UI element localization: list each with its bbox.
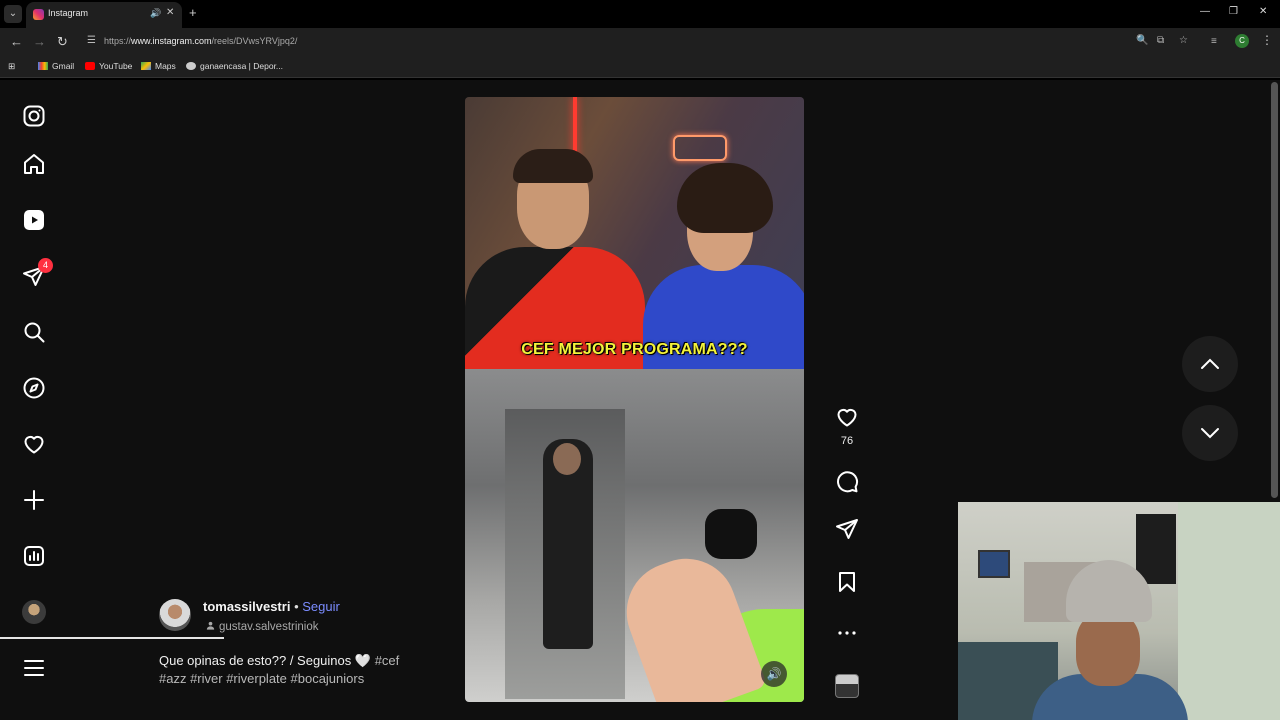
- messages-icon[interactable]: 4: [22, 258, 53, 292]
- chevron-down-icon: [1201, 428, 1219, 439]
- audio-playing-icon[interactable]: 🔊: [150, 8, 161, 19]
- share-icon[interactable]: [835, 517, 859, 541]
- explore-compass-icon[interactable]: [22, 376, 50, 404]
- apps-grid-icon[interactable]: ⊞: [8, 61, 15, 72]
- chevron-up-icon: [1201, 358, 1219, 369]
- browser-toolbar: ← → ↻ ☰ https://www.instagram.com/reels/…: [0, 28, 1280, 56]
- video-bottom-frame: [465, 369, 804, 702]
- video-overlay-text: CEF MEJOR PROGRAMA???: [521, 341, 748, 358]
- author-username[interactable]: tomassilvestri: [203, 599, 290, 614]
- profile-avatar[interactable]: C: [1235, 34, 1249, 48]
- bookmark-maps[interactable]: Maps: [141, 61, 176, 71]
- author-avatar[interactable]: [159, 599, 191, 631]
- reload-icon[interactable]: ↻: [57, 34, 68, 50]
- notifications-heart-icon[interactable]: [22, 432, 50, 460]
- bookmarks-bar: ⊞ Gmail YouTube Maps ganaencasa | Depor.…: [0, 56, 1280, 78]
- reel-video[interactable]: CEF MEJOR PROGRAMA??? 🔊: [465, 97, 804, 702]
- close-tab-icon[interactable]: ✕: [166, 7, 174, 18]
- video-top-frame: CEF MEJOR PROGRAMA???: [465, 97, 804, 377]
- more-menu-icon[interactable]: [22, 656, 50, 684]
- media-controls-icon[interactable]: ≡: [1211, 36, 1217, 47]
- tab-title: Instagram: [48, 8, 89, 18]
- follow-button[interactable]: Seguir: [302, 599, 340, 614]
- dashboard-chart-icon[interactable]: [22, 544, 50, 572]
- separator-dot: •: [294, 599, 299, 614]
- more-options-icon[interactable]: [835, 621, 859, 645]
- bookmark-star-icon[interactable]: ☆: [1179, 35, 1188, 46]
- collaborator-username: gustav.salvestriniok: [219, 621, 319, 633]
- volume-icon[interactable]: 🔊: [761, 661, 787, 687]
- tab-strip: ⌄ Instagram 🔊 ✕ + — ❐ ✕: [0, 0, 1280, 28]
- caption-text: Que opinas de esto?? / Seguinos 🤍: [159, 653, 372, 668]
- collaborator-line[interactable]: gustav.salvestriniok: [205, 620, 319, 633]
- bookmark-gmail[interactable]: Gmail: [38, 61, 74, 71]
- close-window-icon[interactable]: ✕: [1259, 6, 1267, 17]
- search-icon[interactable]: [22, 320, 50, 348]
- sidebar-nav: 4: [0, 80, 72, 720]
- minimize-icon[interactable]: —: [1200, 6, 1210, 17]
- back-icon[interactable]: ←: [10, 34, 23, 50]
- like-heart-icon[interactable]: [835, 405, 859, 429]
- next-reel-button[interactable]: [1182, 405, 1238, 461]
- bookmark-youtube[interactable]: YouTube: [85, 61, 132, 71]
- zoom-icon[interactable]: 🔍: [1136, 35, 1148, 46]
- instagram-logo-icon[interactable]: [22, 104, 50, 132]
- tab-search-button[interactable]: ⌄: [4, 5, 22, 23]
- reels-icon[interactable]: [22, 208, 50, 236]
- address-bar[interactable]: ☰ https://www.instagram.com/reels/DVwsYR…: [82, 32, 1202, 52]
- instagram-favicon-icon: [33, 9, 44, 20]
- comment-icon[interactable]: [835, 470, 859, 494]
- author-line: tomassilvestri • Seguir: [203, 599, 340, 614]
- webcam-overlay: [958, 502, 1280, 720]
- messages-badge: 4: [38, 258, 53, 273]
- browser-tab[interactable]: Instagram 🔊 ✕: [26, 2, 182, 28]
- browser-menu-icon[interactable]: ⋮: [1261, 33, 1273, 47]
- bookmark-ganaencasa[interactable]: ganaencasa | Depor...: [186, 61, 283, 71]
- url-text[interactable]: https://www.instagram.com/reels/DVwsYRVj…: [104, 36, 297, 46]
- reel-caption: Que opinas de esto?? / Seguinos 🤍 #cef #…: [159, 652, 449, 688]
- forward-icon[interactable]: →: [33, 34, 46, 50]
- progress-line: [0, 637, 224, 639]
- install-app-icon[interactable]: ⧉: [1157, 35, 1164, 46]
- create-plus-icon[interactable]: [22, 488, 50, 516]
- site-info-icon[interactable]: ☰: [87, 35, 96, 46]
- profile-avatar-icon[interactable]: [22, 600, 50, 628]
- new-tab-button[interactable]: +: [189, 6, 197, 20]
- caption-hashtags[interactable]: #azz #river #riverplate #bocajuniors: [159, 671, 364, 686]
- save-bookmark-icon[interactable]: [835, 570, 859, 594]
- home-icon[interactable]: [22, 152, 50, 180]
- audio-thumbnail[interactable]: [835, 674, 859, 698]
- restore-icon[interactable]: ❐: [1229, 6, 1238, 17]
- page-scrollbar[interactable]: [1271, 82, 1278, 498]
- previous-reel-button[interactable]: [1182, 336, 1238, 392]
- like-count: 76: [840, 435, 854, 447]
- caption-hashtag-cef[interactable]: #cef: [375, 653, 400, 668]
- collaborator-person-icon: [206, 621, 215, 630]
